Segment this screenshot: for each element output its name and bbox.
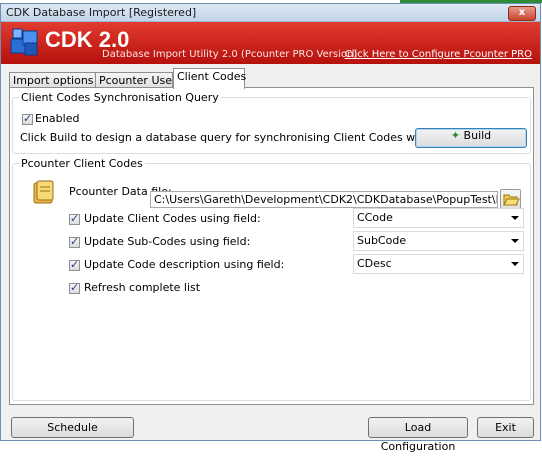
configure-pcounter-link[interactable]: Click Here to Configure Pcounter PRO [345, 49, 532, 60]
browse-button[interactable] [500, 189, 521, 209]
update-sub-codes-checkbox[interactable] [69, 235, 80, 248]
client-codes-field-value: CCode [357, 211, 393, 224]
window-title: CDK Database Import [Registered] [6, 6, 197, 19]
client-codes-field-select[interactable]: CCode [353, 208, 524, 228]
sync-group-title: Client Codes Synchronisation Query [19, 91, 221, 104]
update-code-description-checkbox[interactable] [69, 258, 80, 271]
data-file-path-field[interactable]: C:\Users\Gareth\Development\CDK2\CDKData… [150, 191, 498, 208]
tab-import-options[interactable]: Import options [9, 72, 96, 88]
chevron-down-icon [511, 262, 519, 266]
tab-pcounter-users[interactable]: Pcounter Users [95, 72, 182, 88]
update-sub-codes-label: Update Sub-Codes using field: [84, 235, 251, 248]
cdk-cubes-icon [10, 28, 38, 56]
chevron-down-icon [511, 216, 519, 220]
chevron-down-icon [511, 239, 519, 243]
main-window: CDK Database Import [Registered] x CDK 2… [0, 3, 541, 453]
build-button-label: Build [463, 129, 492, 142]
pcounter-group-title: Pcounter Client Codes [19, 157, 145, 170]
schedule-button[interactable]: Schedule [11, 417, 134, 438]
build-button[interactable]: ✦ Build [415, 128, 527, 148]
sub-codes-field-value: SubCode [357, 234, 407, 247]
address-book-icon [33, 180, 54, 204]
sub-codes-field-select[interactable]: SubCode [353, 231, 524, 251]
load-configuration-button[interactable]: Load Configuration [368, 417, 468, 453]
update-client-codes-checkbox[interactable] [69, 212, 80, 225]
update-code-description-label: Update Code description using field: [84, 258, 285, 271]
magic-wand-icon: ✦ [450, 129, 461, 142]
header-banner: CDK 2.0 Database Import Utility 2.0 (Pco… [1, 22, 540, 64]
build-description: Click Build to design a database query f… [20, 131, 482, 144]
exit-button[interactable]: Exit [477, 417, 534, 438]
product-subtitle: Database Import Utility 2.0 (Pcounter PR… [102, 49, 358, 60]
code-description-field-select[interactable]: CDesc [353, 254, 524, 274]
title-bar: CDK Database Import [Registered] x [1, 4, 540, 22]
update-client-codes-label: Update Client Codes using field: [84, 212, 261, 225]
refresh-list-checkbox[interactable] [69, 281, 80, 294]
close-button[interactable]: x [508, 6, 536, 21]
tab-client-codes[interactable]: Client Codes [173, 68, 246, 89]
code-description-field-value: CDesc [357, 257, 392, 270]
enabled-label: Enabled [35, 112, 80, 125]
refresh-list-label: Refresh complete list [84, 281, 201, 294]
enabled-checkbox[interactable] [22, 112, 33, 125]
folder-open-icon [503, 194, 520, 206]
